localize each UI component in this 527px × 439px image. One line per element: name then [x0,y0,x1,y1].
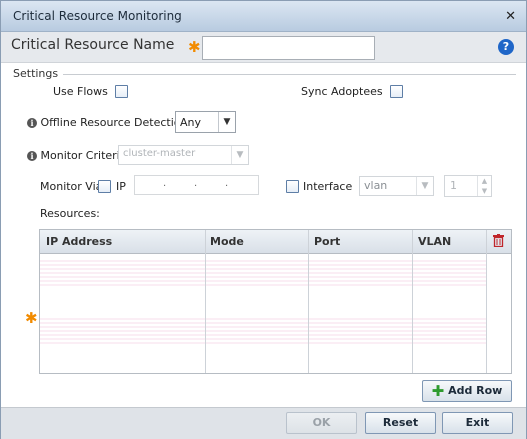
settings-section-label: Settings [13,67,59,80]
name-bar: Critical Resource Name ✱ ? [1,32,526,63]
table-header: IP Address Mode Port VLAN [40,230,511,254]
interface-number-spinner[interactable]: 1 ▲ ▼ [444,175,492,197]
reset-button[interactable]: Reset [365,412,436,434]
offline-detection-value: Any [180,116,202,129]
offline-detection-select[interactable]: Any ▼ [175,111,236,133]
delete-icon[interactable] [493,234,504,247]
ip-octet-separator: . [163,178,167,189]
chevron-down-icon: ▼ [231,146,248,164]
sync-adoptees-checkbox[interactable] [390,85,403,98]
required-star-icon: ✱ [25,309,38,327]
column-header-ip-address[interactable]: IP Address [46,235,112,248]
column-divider [412,230,413,373]
add-row-label: Add Row [448,384,503,397]
exit-button[interactable]: Exit [442,412,513,434]
close-icon[interactable]: ✕ [505,9,516,24]
use-flows-label: Use Flows [53,85,108,98]
use-flows-checkbox[interactable] [115,85,128,98]
chevron-down-icon: ▼ [218,112,235,132]
monitor-criteria-label: Monitor Criteria [40,149,127,162]
add-row-button[interactable]: ✚ Add Row [422,380,512,402]
column-header-vlan[interactable]: VLAN [418,235,451,248]
interface-number-value: 1 [450,179,457,192]
chevron-down-icon: ▼ [416,177,433,195]
column-header-mode[interactable]: Mode [210,235,244,248]
settings-divider [63,74,516,75]
resources-table: IP Address Mode Port VLAN [39,229,512,374]
sync-adoptees-label: Sync Adoptees [301,85,383,98]
column-divider [205,230,206,373]
required-star-icon: ✱ [188,38,201,56]
column-divider [486,230,487,373]
table-empty-row [40,316,486,346]
interface-checkbox[interactable] [286,180,299,193]
info-icon[interactable]: i [27,118,37,128]
monitor-criteria-select[interactable]: cluster-master ▼ [118,145,249,165]
ip-address-input[interactable]: . . . [134,175,259,195]
ip-octet-separator: . [225,178,229,189]
resource-name-input[interactable] [202,36,375,60]
monitor-via-label: Monitor Via [40,180,103,193]
spinner-down-icon[interactable]: ▼ [478,186,491,196]
info-icon[interactable]: i [27,151,37,161]
spinner-up-icon[interactable]: ▲ [478,176,491,186]
interface-label: Interface [303,180,353,193]
window-title: Critical Resource Monitoring [13,9,182,23]
ip-label: IP [116,180,126,193]
monitor-criteria-row: i Monitor Criteria [27,149,126,162]
plus-icon: ✚ [431,382,445,400]
ok-button[interactable]: OK [286,412,357,434]
monitor-criteria-value: cluster-master [123,148,196,159]
ip-checkbox[interactable] [98,180,111,193]
critical-resource-dialog: Critical Resource Monitoring ✕ Critical … [0,0,527,439]
column-header-port[interactable]: Port [314,235,340,248]
column-divider [308,230,309,373]
help-icon[interactable]: ? [498,39,514,55]
title-bar: Critical Resource Monitoring ✕ [1,1,526,32]
resources-label: Resources: [40,207,100,220]
interface-type-select[interactable]: vlan ▼ [359,176,434,196]
spinner-buttons[interactable]: ▲ ▼ [477,176,491,196]
offline-detection-row: i Offline Resource Detection [27,116,187,129]
interface-type-value: vlan [364,179,388,192]
table-empty-row [40,258,486,288]
ip-octet-separator: . [194,178,198,189]
resource-name-label: Critical Resource Name [11,37,175,53]
offline-detection-label: Offline Resource Detection [40,116,188,129]
dialog-footer: OK Reset Exit [1,407,526,439]
